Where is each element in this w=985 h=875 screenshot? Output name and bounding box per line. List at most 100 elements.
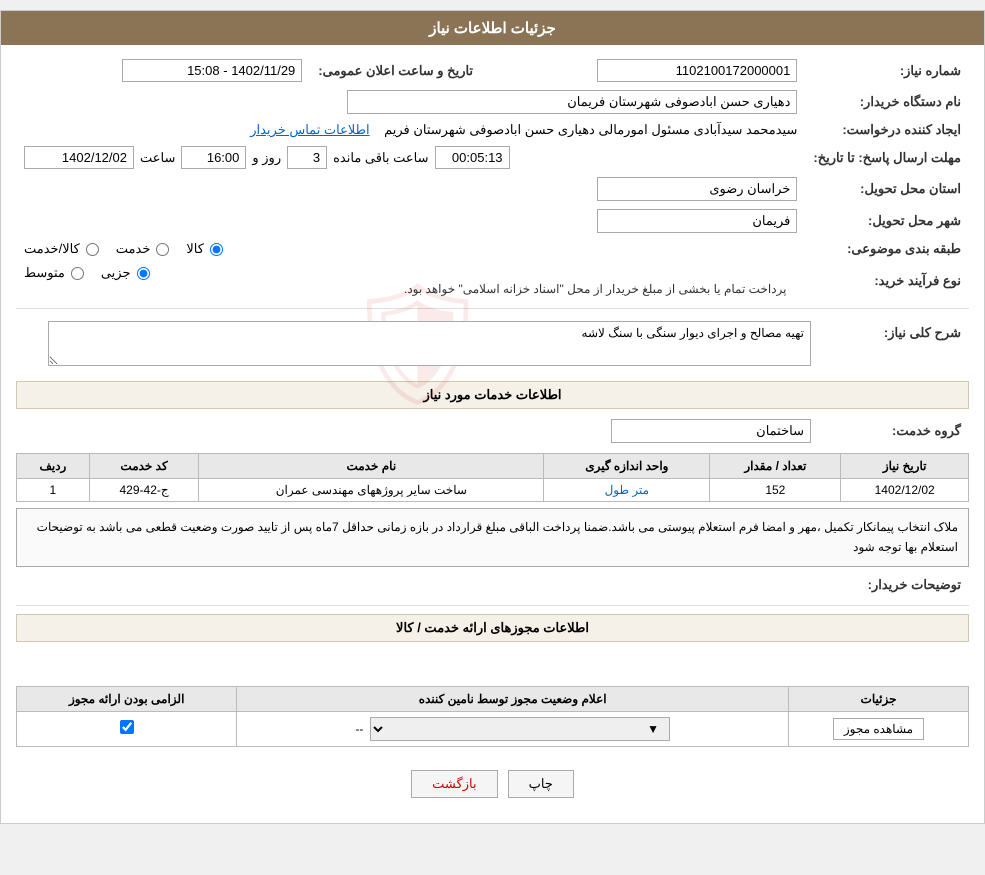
service-row-num: 1 [17, 479, 90, 502]
permissions-section-header: اطلاعات مجوزهای ارائه خدمت / کالا [16, 614, 969, 642]
category-khedmat-radio[interactable] [156, 243, 169, 256]
service-group-field: ساختمان [611, 419, 811, 443]
province-label: استان محل تحویل: [805, 173, 969, 205]
buyer-org-row: نام دستگاه خریدار: دهیاری حسن ابادصوفی ش… [16, 86, 969, 118]
category-label: طبقه بندی موضوعی: [805, 237, 969, 261]
page-title: جزئیات اطلاعات نیاز [429, 20, 556, 37]
category-kala-khedmat-radio[interactable] [86, 243, 99, 256]
buyer-notes-box: ملاک انتخاب پیمانکار تکمیل ،مهر و امضا ف… [16, 508, 969, 567]
supplier-status-select[interactable]: ▼ [370, 717, 670, 741]
service-unit: متر طول [544, 479, 710, 502]
need-number-field: 1102100172000001 [597, 59, 797, 82]
category-kala-option[interactable]: کالا [186, 241, 225, 257]
requester-text: سیدمحمد سیدآبادی مسئول امورمالی دهیاری ح… [384, 122, 797, 137]
services-section-header: اطلاعات خدمات مورد نیاز [16, 381, 969, 409]
city-label: شهر محل تحویل: [805, 205, 969, 237]
main-content: شماره نیاز: 1102100172000001 تاریخ و ساع… [1, 45, 984, 823]
purchase-type-label: نوع فرآیند خرید: [805, 261, 969, 300]
services-table: تاریخ نیاز تعداد / مقدار واحد اندازه گیر… [16, 453, 969, 502]
view-permission-button[interactable]: مشاهده مجوز [833, 718, 924, 740]
announce-datetime-label: تاریخ و ساعت اعلان عمومی: [310, 55, 481, 86]
col-need-date: تاریخ نیاز [841, 454, 969, 479]
response-time-field: 16:00 [181, 146, 246, 169]
purchase-jozii-option[interactable]: جزیی [101, 265, 152, 281]
permissions-table: جزئیات اعلام وضعیت مجوز توسط نامین کننده… [16, 686, 969, 747]
purchase-jozii-radio[interactable] [137, 267, 150, 280]
buyer-org-label: نام دستگاه خریدار: [805, 86, 969, 118]
requester-value: سیدمحمد سیدآبادی مسئول امورمالی دهیاری ح… [16, 118, 805, 142]
table-row: مشاهده مجوز ▼ -- [17, 711, 969, 746]
description-textarea[interactable] [48, 321, 811, 366]
required-checkbox[interactable] [120, 720, 134, 734]
requester-row: ایجاد کننده درخواست: سیدمحمد سیدآبادی مس… [16, 118, 969, 142]
category-khedmat-label: خدمت [116, 241, 151, 257]
page-wrapper: جزئیات اطلاعات نیاز شماره نیاز: 11021001… [0, 10, 985, 824]
page-header: جزئیات اطلاعات نیاز [1, 11, 984, 45]
print-button[interactable]: چاپ [508, 770, 574, 798]
back-button[interactable]: بازگشت [411, 770, 497, 798]
table-row: 1402/12/02 152 متر طول ساخت سایر پروژهها… [17, 479, 969, 502]
service-group-row: گروه خدمت: ساختمان [16, 415, 969, 447]
permissions-table-header: جزئیات اعلام وضعیت مجوز توسط نامین کننده… [17, 686, 969, 711]
col-unit: واحد اندازه گیری [544, 454, 710, 479]
col-required: الزامی بودن ارائه مجوز [17, 686, 237, 711]
response-deadline-row: مهلت ارسال پاسخ: تا تاریخ: 1402/12/02 سا… [16, 142, 969, 173]
category-kala-radio[interactable] [210, 243, 223, 256]
need-number-value: 1102100172000001 [481, 55, 805, 86]
purchase-type-value: متوسط جزیی پرداخت تمام یا بخشی از مبلغ خ… [16, 261, 805, 300]
need-number-label: شماره نیاز: [805, 55, 969, 86]
description-label: شرح کلی نیاز: [819, 317, 969, 373]
buyer-notes-label: توضیحات خریدار: [819, 573, 969, 597]
description-table: شرح کلی نیاز: 🛡 [16, 317, 969, 373]
response-deadline-value: 1402/12/02 ساعت 16:00 روز و 3 ساعت باقی … [16, 142, 805, 173]
description-value-cell: 🛡 [16, 317, 819, 373]
purchase-type-radio-group: متوسط جزیی [24, 265, 797, 281]
buyer-org-field: دهیاری حسن ابادصوفی شهرستان فریمان [347, 90, 797, 114]
province-value: خراسان رضوی [16, 173, 805, 205]
category-kala-khedmat-option[interactable]: کالا/خدمت [24, 241, 101, 257]
response-days-label: روز و [252, 150, 281, 166]
category-kala-khedmat-label: کالا/خدمت [24, 241, 80, 257]
city-field: فریمان [597, 209, 797, 233]
category-kala-label: کالا [186, 241, 204, 257]
col-service-name: نام خدمت [199, 454, 544, 479]
contact-link[interactable]: اطلاعات تماس خریدار [250, 122, 369, 137]
province-row: استان محل تحویل: خراسان رضوی [16, 173, 969, 205]
permission-supplier-status: ▼ -- [237, 711, 789, 746]
service-group-value: ساختمان [16, 415, 819, 447]
buyer-org-value: دهیاری حسن ابادصوفی شهرستان فریمان [16, 86, 805, 118]
buyer-notes-content: ملاک انتخاب پیمانکار تکمیل ،مهر و امضا ف… [37, 520, 958, 554]
city-value: فریمان [16, 205, 805, 237]
service-need-date: 1402/12/02 [841, 479, 969, 502]
response-remaining-label: ساعت باقی مانده [333, 150, 428, 166]
response-date-field: 1402/12/02 [24, 146, 134, 169]
need-number-row: شماره نیاز: 1102100172000001 تاریخ و ساع… [16, 55, 969, 86]
permission-required [17, 711, 237, 746]
buyer-notes-label-table: توضیحات خریدار: [16, 573, 969, 597]
purchase-motavaset-radio[interactable] [71, 267, 84, 280]
purchase-jozii-label: جزیی [101, 265, 131, 281]
response-days-field: 3 [287, 146, 327, 169]
service-quantity: 152 [710, 479, 841, 502]
announce-datetime-field: 1402/11/29 - 15:08 [122, 59, 302, 82]
col-quantity: تعداد / مقدار [710, 454, 841, 479]
col-details: جزئیات [789, 686, 969, 711]
service-group-label: گروه خدمت: [819, 415, 969, 447]
response-deadline-label: مهلت ارسال پاسخ: تا تاریخ: [805, 142, 969, 173]
description-row: شرح کلی نیاز: 🛡 [16, 317, 969, 373]
purchase-note: پرداخت تمام یا بخشی از مبلغ خریدار از مح… [404, 282, 787, 296]
response-remaining-field: 00:05:13 [435, 146, 510, 169]
requester-label: ایجاد کننده درخواست: [805, 118, 969, 142]
separator-1 [16, 308, 969, 309]
category-khedmat-option[interactable]: خدمت [116, 241, 172, 257]
response-deadline-row-flex: 1402/12/02 ساعت 16:00 روز و 3 ساعت باقی … [24, 146, 797, 169]
col-service-code: کد خدمت [89, 454, 199, 479]
main-info-table: شماره نیاز: 1102100172000001 تاریخ و ساع… [16, 55, 969, 300]
category-value: کالا/خدمت خدمت کالا [16, 237, 805, 261]
category-row: طبقه بندی موضوعی: کالا/خدمت خدمت [16, 237, 969, 261]
purchase-motavaset-option[interactable]: متوسط [24, 265, 86, 281]
purchase-motavaset-label: متوسط [24, 265, 65, 281]
province-field: خراسان رضوی [597, 177, 797, 201]
buyer-notes-label-row: توضیحات خریدار: [16, 573, 969, 597]
spacer-1 [16, 648, 969, 678]
